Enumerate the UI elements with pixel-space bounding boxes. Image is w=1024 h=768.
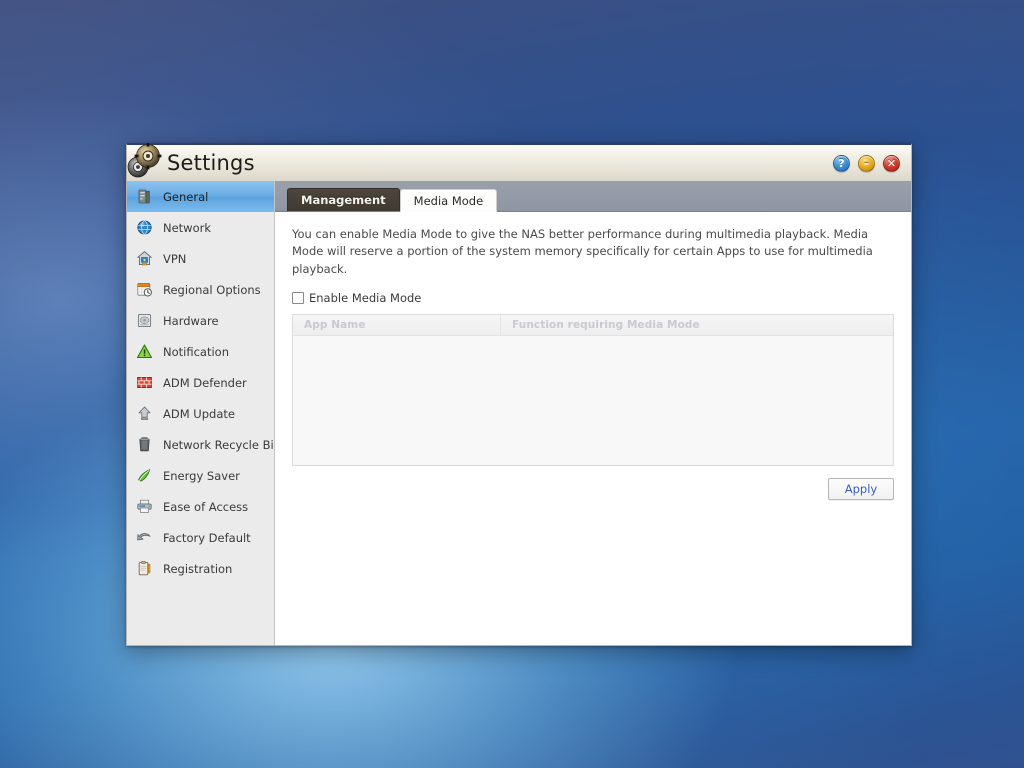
undo-arrow-icon [134, 528, 154, 548]
tab-bar: Management Media Mode [275, 181, 911, 212]
media-mode-apps-table: App Name Function requiring Media Mode [292, 314, 894, 467]
sidebar-item-energy-saver[interactable]: Energy Saver [127, 460, 274, 491]
sidebar-item-general[interactable]: General [127, 181, 274, 212]
sidebar-item-label: Network Recycle Bin [163, 437, 275, 452]
enable-media-mode-checkbox[interactable] [292, 292, 304, 305]
tab-label: Media Mode [413, 193, 484, 208]
sidebar-item-label: Hardware [163, 313, 219, 328]
sidebar-item-adm-update[interactable]: ADM Update [127, 398, 274, 429]
sidebar-item-label: Regional Options [163, 282, 261, 297]
tab-media-mode[interactable]: Media Mode [399, 189, 498, 212]
table-body-empty [293, 336, 893, 466]
panel-footer: Apply [292, 478, 894, 501]
sidebar-item-notification[interactable]: Notification [127, 336, 274, 367]
minus-icon: – [863, 157, 870, 170]
window-titlebar[interactable]: Settings ? – ✕ [125, 142, 912, 181]
enable-media-mode-label: Enable Media Mode [309, 291, 422, 306]
calendar-clock-icon [134, 280, 154, 300]
help-button[interactable]: ? [833, 155, 850, 172]
up-arrow-icon [134, 404, 154, 424]
sidebar-item-label: Notification [163, 344, 229, 359]
sidebar-item-adm-defender[interactable]: ADM Defender [127, 367, 274, 398]
sidebar-item-ease-of-access[interactable]: Ease of Access [127, 491, 274, 522]
sidebar-item-label: Energy Saver [163, 468, 240, 483]
sidebar-item-network-recycle-bin[interactable]: Network Recycle Bin [127, 429, 274, 460]
window-body: General Network VPN Regional Options Har… [126, 181, 912, 646]
minimize-button[interactable]: – [858, 155, 875, 172]
column-header-app-name[interactable]: App Name [293, 315, 501, 336]
sidebar-item-label: ADM Defender [163, 375, 247, 390]
sidebar-item-label: VPN [163, 251, 187, 266]
firewall-brick-icon [134, 373, 154, 393]
close-button[interactable]: ✕ [883, 155, 900, 172]
sidebar-item-regional-options[interactable]: Regional Options [127, 274, 274, 305]
media-mode-description: You can enable Media Mode to give the NA… [292, 227, 873, 276]
sidebar-item-factory-default[interactable]: Factory Default [127, 522, 274, 553]
green-leaf-icon [134, 466, 154, 486]
trash-bin-icon [134, 435, 154, 455]
sidebar-item-network[interactable]: Network [127, 212, 274, 243]
sidebar-item-label: General [163, 189, 209, 204]
tab-management[interactable]: Management [287, 188, 400, 211]
window-controls: ? – ✕ [833, 155, 900, 172]
close-x-icon: ✕ [886, 157, 897, 170]
sidebar-item-label: Network [163, 220, 212, 235]
settings-content: Management Media Mode You can enable Med… [275, 181, 911, 645]
gear-icon [125, 142, 163, 181]
enable-media-mode-checkbox-row[interactable]: Enable Media Mode [292, 291, 421, 305]
column-header-function[interactable]: Function requiring Media Mode [501, 315, 893, 335]
house-lock-icon [134, 249, 154, 269]
server-icon [134, 187, 154, 207]
tab-label: Management [301, 193, 386, 207]
settings-window: Settings ? – ✕ General Network VPN Regio… [125, 142, 912, 646]
page-title: Settings [167, 151, 255, 175]
clipboard-icon [134, 559, 154, 579]
sidebar-item-hardware[interactable]: Hardware [127, 305, 274, 336]
printer-icon [134, 497, 154, 517]
settings-sidebar: General Network VPN Regional Options Har… [127, 181, 275, 645]
sidebar-item-label: ADM Update [163, 406, 235, 421]
globe-icon [134, 218, 154, 238]
apply-button[interactable]: Apply [828, 478, 894, 501]
media-mode-panel: You can enable Media Mode to give the NA… [275, 212, 911, 501]
table-header-row: App Name Function requiring Media Mode [293, 315, 893, 337]
sidebar-item-label: Registration [163, 561, 233, 576]
hard-drive-icon [134, 311, 154, 331]
sidebar-item-label: Factory Default [163, 530, 251, 545]
warning-triangle-icon [134, 342, 154, 362]
sidebar-item-label: Ease of Access [163, 499, 249, 514]
sidebar-item-registration[interactable]: Registration [127, 553, 274, 584]
sidebar-item-vpn[interactable]: VPN [127, 243, 274, 274]
question-mark-icon: ? [838, 157, 845, 170]
